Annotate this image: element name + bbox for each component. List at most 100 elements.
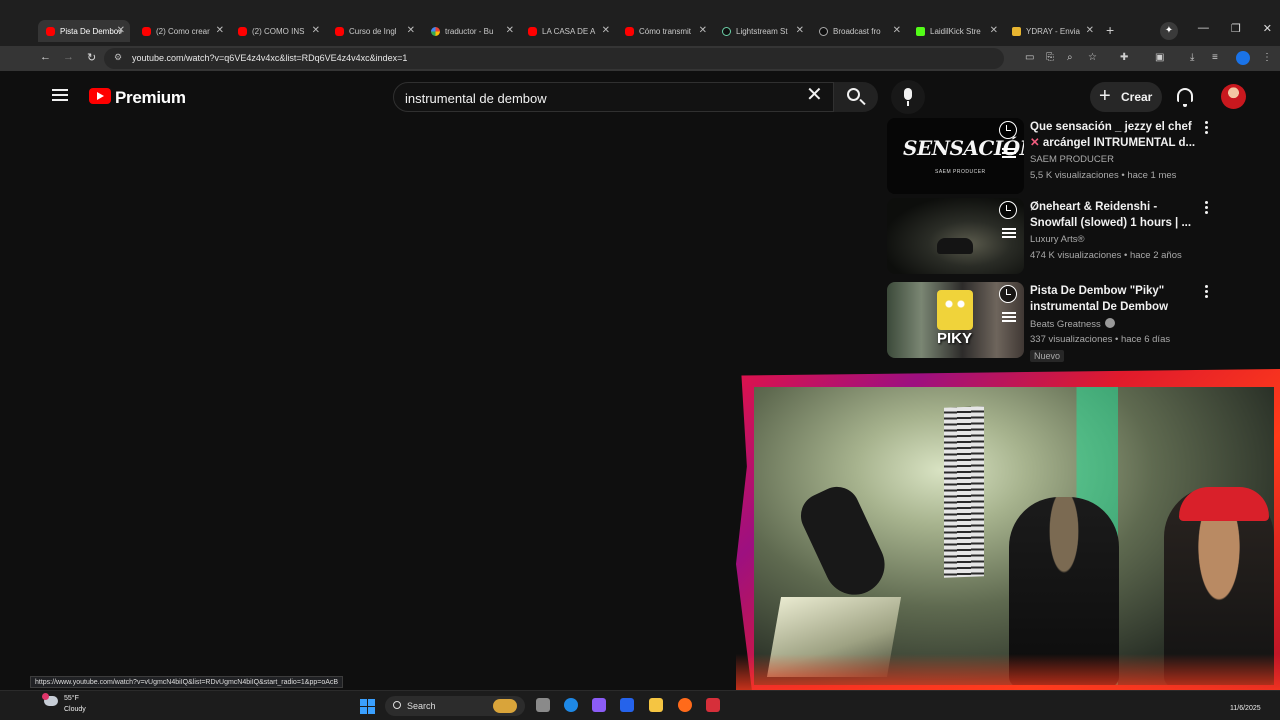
extensions-icon[interactable]: ✚ — [1120, 52, 1128, 63]
video-title[interactable]: Pista De Dembow "Piky" instrumental De D… — [1030, 283, 1202, 315]
file-explorer-icon[interactable] — [649, 698, 663, 712]
weather-temperature[interactable]: 55°F — [64, 695, 79, 702]
close-icon[interactable]: ✕ — [407, 25, 415, 36]
add-to-queue-icon[interactable] — [1002, 312, 1016, 322]
tab-ydray[interactable]: YDRAY - Envia ✕ — [1012, 20, 1094, 42]
taskbar-search-label: Search — [407, 701, 436, 711]
video-title[interactable]: Øneheart & Reidenshi - Snowfall (slowed)… — [1030, 199, 1202, 231]
zoom-icon[interactable]: ⌕ — [1067, 52, 1073, 63]
new-tab-plus-icon[interactable]: + — [1106, 22, 1114, 38]
task-view-icon[interactable] — [536, 698, 550, 712]
address-bar[interactable]: ⚙ youtube.com/watch?v=q6VE4z4v4xc&list=R… — [104, 48, 1004, 69]
tab-title: Cómo transmit — [639, 26, 692, 36]
tab-como-transmitir[interactable]: Cómo transmit ✕ — [625, 20, 707, 42]
close-icon[interactable]: ✕ — [602, 25, 610, 36]
create-button[interactable]: + Crear — [1090, 82, 1162, 112]
tab-como-ins[interactable]: (2) COMO INS ✕ — [238, 20, 320, 42]
site-info-icon[interactable]: ⚙ — [114, 52, 122, 63]
plus-icon: + — [1099, 85, 1111, 107]
close-icon[interactable]: ✕ — [699, 25, 707, 36]
channel-name[interactable]: Beats Greatness — [1030, 318, 1115, 330]
maximize-icon[interactable]: ❐ — [1231, 22, 1241, 35]
close-icon[interactable]: ✕ — [990, 25, 998, 36]
close-icon[interactable]: ✕ — [117, 25, 125, 36]
youtube-logo-icon[interactable] — [89, 88, 111, 104]
webcam-overlay — [736, 369, 1280, 694]
back-arrow-icon[interactable]: ← — [40, 51, 51, 63]
add-to-queue-icon[interactable] — [1002, 148, 1016, 158]
more-options-icon[interactable] — [1205, 121, 1209, 135]
frame-glow — [736, 654, 1280, 694]
video-title[interactable]: Que sensación _ jezzy el chef ✕ arcángel… — [1030, 119, 1202, 151]
translate-icon[interactable]: ⎘ — [1046, 52, 1054, 63]
taskbar-search[interactable]: Search — [385, 696, 525, 716]
menu-dots-icon[interactable]: ⋮ — [1262, 52, 1272, 63]
watch-later-clock-icon[interactable] — [999, 121, 1017, 139]
add-to-queue-icon[interactable] — [1002, 228, 1016, 238]
cast-icon[interactable]: ▭ — [1025, 52, 1034, 63]
channel-name[interactable]: SAEM PRODUCER — [1030, 154, 1114, 165]
tab-la-casa-de-a[interactable]: LA CASA DE A ✕ — [528, 20, 610, 42]
recommendation-item[interactable]: Øneheart & Reidenshi - Snowfall (slowed)… — [887, 198, 1217, 276]
tab-pista-de-dembow[interactable]: Pista De Dembow ✕ — [38, 20, 130, 42]
account-avatar[interactable] — [1221, 84, 1246, 109]
tab-search-icon[interactable]: ✦ — [1160, 22, 1178, 40]
sidebar-icon[interactable]: ▣ — [1155, 52, 1164, 63]
firefox-icon[interactable] — [678, 698, 692, 712]
recommendation-item[interactable]: SENSACIÓN SAEM PRODUCER Que sensación _ … — [887, 118, 1217, 196]
channel-name[interactable]: Luxury Arts® — [1030, 234, 1085, 245]
sponge-character — [937, 290, 973, 330]
forward-arrow-icon[interactable]: → — [63, 51, 74, 63]
tab-lightstream[interactable]: Lightstream St ✕ — [722, 20, 804, 42]
kick-icon — [916, 26, 925, 36]
voice-search-mic-icon[interactable] — [891, 80, 925, 114]
watch-later-clock-icon[interactable] — [999, 285, 1017, 303]
notifications-bell-icon[interactable] — [1177, 88, 1193, 107]
download-icon[interactable]: ⤓ — [1190, 52, 1194, 63]
reload-icon[interactable]: ↻ — [87, 51, 96, 64]
channel-label: Beats Greatness — [1030, 319, 1101, 330]
tab-broadcast[interactable]: Broadcast fro ✕ — [819, 20, 901, 42]
tab-title: LA CASA DE A — [542, 26, 596, 36]
search-input[interactable] — [405, 88, 795, 108]
search-button[interactable] — [834, 82, 878, 112]
link-status-bubble: https://www.youtube.com/watch?v=vUgmcN4b… — [30, 676, 344, 688]
url-text[interactable]: youtube.com/watch?v=q6VE4z4v4xc&list=RDq… — [132, 53, 407, 63]
edge-icon[interactable] — [564, 698, 578, 712]
tab-curso-de-ingles[interactable]: Curso de Ingl ✕ — [335, 20, 415, 42]
tab-laidilkick[interactable]: LaidilKick Stre ✕ — [916, 20, 998, 42]
window-close-icon[interactable]: ✕ — [1263, 22, 1272, 35]
close-icon[interactable]: ✕ — [1086, 25, 1094, 36]
more-options-icon[interactable] — [1205, 285, 1209, 299]
close-icon[interactable]: ✕ — [216, 25, 224, 36]
weather-alert-dot — [42, 693, 49, 700]
windows-start-icon[interactable] — [360, 699, 375, 714]
copilot-icon[interactable] — [592, 698, 606, 712]
close-icon[interactable]: ✕ — [796, 25, 804, 36]
app-icon[interactable] — [706, 698, 720, 712]
close-icon[interactable]: ✕ — [506, 25, 514, 36]
premium-logo-text[interactable]: Premium — [115, 88, 186, 108]
close-icon[interactable]: ✕ — [893, 25, 901, 36]
youtube-icon — [335, 26, 344, 36]
more-options-icon[interactable] — [1205, 201, 1209, 215]
taskbar-date[interactable]: 11/6/2025 — [1230, 705, 1261, 712]
clear-search-icon[interactable]: ✕ — [806, 85, 823, 105]
tab-traductor[interactable]: traductor - Bu ✕ — [431, 20, 514, 42]
video-thumbnail[interactable] — [887, 198, 1024, 274]
video-thumbnail[interactable]: PIKY — [887, 282, 1024, 358]
recommendation-item[interactable]: PIKY Pista De Dembow "Piky" instrumental… — [887, 282, 1217, 362]
close-icon[interactable]: ✕ — [312, 25, 320, 36]
media-icon[interactable]: ≡ — [1212, 52, 1218, 63]
menu-icon[interactable] — [52, 89, 68, 101]
profile-avatar[interactable] — [1236, 51, 1250, 65]
bookmark-star-icon[interactable]: ☆ — [1088, 52, 1097, 63]
video-thumbnail[interactable]: SENSACIÓN SAEM PRODUCER — [887, 118, 1024, 194]
weather-cloud-icon[interactable] — [42, 693, 58, 706]
tab-como-crear[interactable]: (2) Como crear ✕ — [142, 20, 224, 42]
watch-later-clock-icon[interactable] — [999, 201, 1017, 219]
store-icon[interactable] — [620, 698, 634, 712]
google-icon — [431, 26, 440, 36]
minimize-icon[interactable]: — — [1198, 22, 1209, 35]
weather-condition[interactable]: Cloudy — [64, 706, 86, 713]
